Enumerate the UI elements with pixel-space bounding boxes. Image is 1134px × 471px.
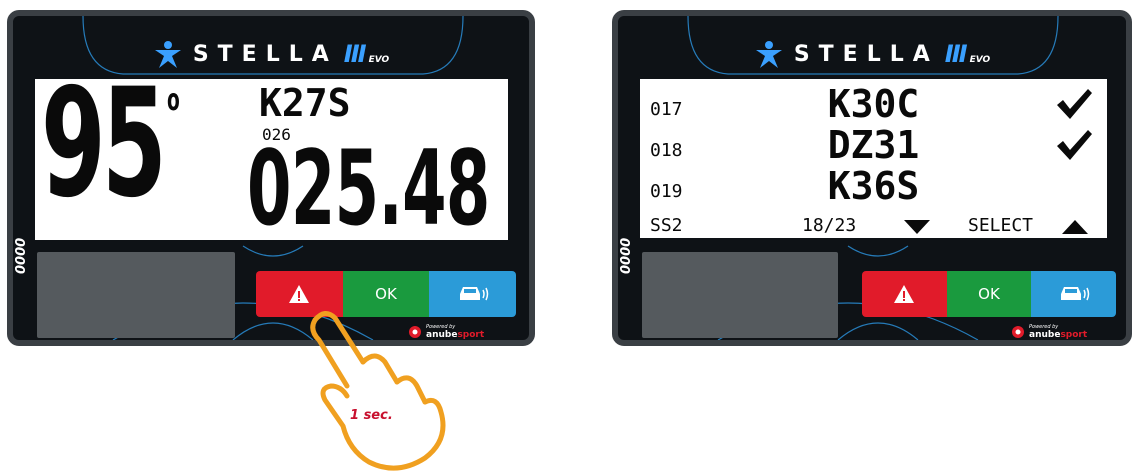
arrow-down-icon[interactable] — [904, 220, 930, 234]
checkmark-icon — [1057, 130, 1092, 160]
blank-panel — [642, 252, 838, 338]
brand-bars: III — [343, 40, 367, 68]
brand-logo: STELLA III EVO — [618, 34, 1126, 74]
select-label: SELECT — [968, 215, 1034, 236]
gesture-duration-label: 1 sec. — [350, 408, 393, 423]
powered-by-logo: Powered by anubesport — [1011, 324, 1087, 340]
star-person-logo-icon — [755, 41, 782, 68]
list-item-code: K30C — [827, 82, 920, 126]
list-item[interactable]: 017 K30C — [640, 82, 1107, 126]
car-button[interactable] — [1031, 271, 1117, 317]
brand-suffix: EVO — [969, 55, 991, 65]
list-item[interactable]: 019 K36S — [640, 164, 1107, 208]
brand-wordmark: STELLA — [793, 41, 939, 67]
button-row: OK — [862, 271, 1117, 317]
anubesport-logo-icon — [1012, 326, 1024, 338]
list-screen: 017 K30C 018 DZ31 019 K36S SS2 18/23 SEL… — [640, 79, 1107, 238]
car-signal-icon — [459, 287, 488, 301]
main-screen: 95 o K27S 026 025.48 — [35, 69, 508, 249]
brand-wordmark: STELLA — [192, 41, 338, 67]
list-footer: SS2 18/23 SELECT — [650, 215, 1097, 239]
list-item-code: K36S — [827, 164, 920, 208]
blank-panel — [37, 252, 235, 338]
brand-suffix: EVO — [368, 55, 390, 65]
arrow-up-icon[interactable] — [1062, 220, 1088, 234]
ok-button[interactable]: OK — [946, 271, 1032, 317]
angle-value: 95 — [41, 57, 167, 231]
degree-symbol: o — [167, 83, 180, 118]
warning-triangle-icon — [894, 285, 915, 303]
time-value: 025.48 — [247, 129, 490, 249]
brand-sport: sport — [1060, 330, 1088, 340]
pointing-hand-icon — [310, 311, 446, 471]
page-indicator: 18/23 — [802, 215, 857, 236]
car-signal-icon — [1060, 287, 1089, 301]
list-item-code: DZ31 — [827, 123, 920, 167]
brand-sport: sport — [457, 330, 485, 340]
brand-bars: III — [944, 40, 968, 68]
side-code: 0000 — [14, 237, 29, 274]
device-right: STELLA III EVO 017 K30C 018 DZ31 019 K36… — [612, 10, 1132, 346]
side-code: 0000 — [619, 237, 634, 274]
stage-code: K27S — [259, 81, 351, 125]
ok-label: OK — [978, 285, 1000, 303]
warning-button[interactable] — [862, 271, 947, 317]
checkmark-icon — [1057, 89, 1092, 119]
list-item[interactable]: 018 DZ31 — [640, 123, 1107, 167]
stage-label: SS2 — [650, 215, 683, 236]
device-left: STELLA III EVO 95 o K27S 026 025.48 0000… — [7, 10, 535, 346]
brand-anube: anube — [1029, 330, 1061, 340]
